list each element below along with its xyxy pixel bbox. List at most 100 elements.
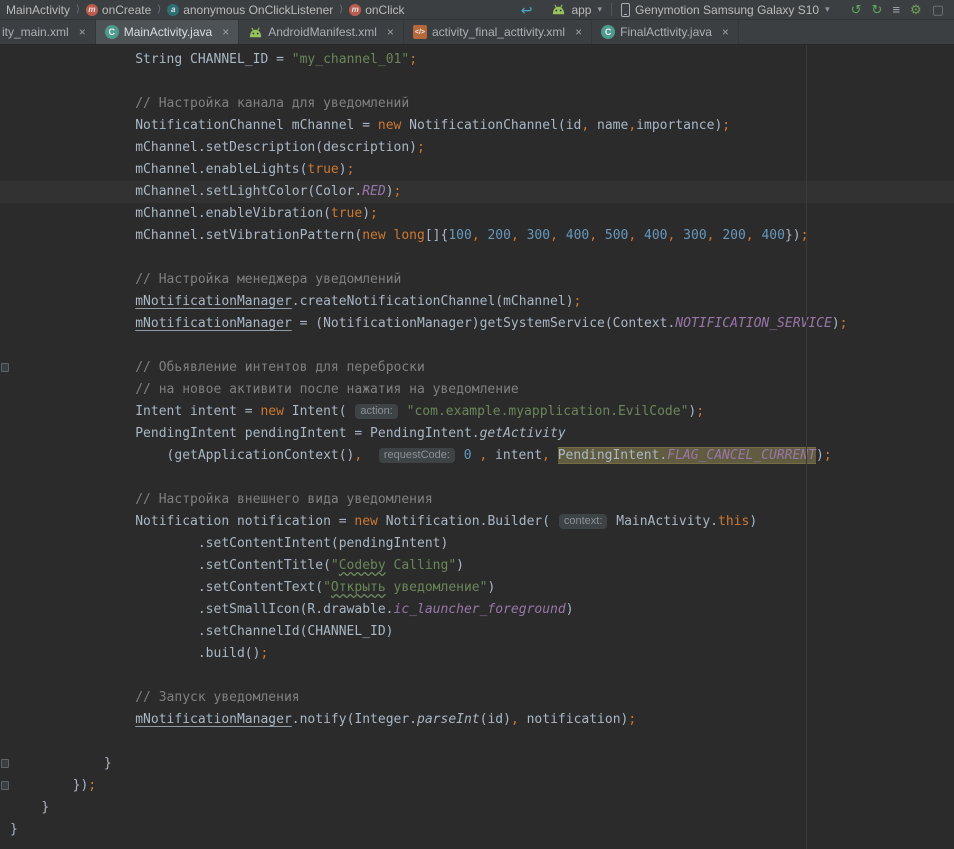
code-line: }	[0, 819, 954, 841]
code-token: }	[10, 822, 18, 837]
gutter-mark[interactable]	[1, 759, 9, 768]
editor-tab[interactable]: AndroidManifest.xml ×	[239, 20, 404, 44]
xml-file-icon: </>	[413, 25, 427, 39]
tab-label: AndroidManifest.xml	[268, 25, 377, 39]
code-token: 200	[722, 228, 745, 243]
code-token: )	[362, 206, 370, 221]
code-token: 300	[527, 228, 550, 243]
code-token: PendingIntent pendingIntent = PendingInt…	[135, 426, 479, 441]
code-token: 300	[683, 228, 706, 243]
tab-label: MainActivity.java	[124, 25, 212, 39]
code-token: ;	[88, 778, 96, 793]
breadcrumb-separator: ⟩	[339, 4, 343, 15]
run-config-selector[interactable]: app ▾	[542, 0, 611, 20]
code-token: )	[456, 558, 464, 573]
code-token: Codeby	[339, 558, 386, 573]
code-token: 200	[487, 228, 510, 243]
method-icon: m	[349, 4, 361, 16]
code-line	[0, 665, 954, 687]
code-token	[675, 228, 683, 243]
editor-tab[interactable]: </>activity_final_acttivity.xml×	[404, 20, 592, 44]
code-line: Intent intent = new Intent( action: "com…	[0, 401, 954, 423]
code-token: )	[487, 580, 495, 595]
close-icon[interactable]: ×	[222, 25, 229, 39]
code-area[interactable]: String CHANNEL_ID = "my_channel_01"; // …	[0, 49, 954, 841]
inlay-hint: requestCode:	[379, 448, 455, 463]
code-token: ;	[628, 712, 636, 727]
close-icon[interactable]: ×	[79, 25, 86, 39]
code-token: ,	[511, 228, 519, 243]
apply-code-changes-icon[interactable]: ↻	[872, 3, 883, 16]
back-arrow-icon[interactable]: ↩	[521, 3, 533, 17]
code-token: importance)	[636, 118, 722, 133]
editor-tab[interactable]: C MainActivity.java ×	[96, 20, 240, 44]
code-line: mChannel.setVibrationPattern(new long[]{…	[0, 225, 954, 247]
code-token: ,	[511, 712, 519, 727]
code-token: .setContentTitle(	[198, 558, 331, 573]
code-token: mChannel.setLightColor(Color.	[135, 184, 362, 199]
device-label: Genymotion Samsung Galaxy S10	[635, 3, 819, 17]
breadcrumb-separator: ⟩	[157, 4, 161, 15]
breadcrumb-item[interactable]: MainActivity	[6, 3, 70, 17]
code-line: (getApplicationContext(), requestCode: 0…	[0, 445, 954, 467]
code-token: ;	[824, 448, 832, 463]
breadcrumb-item[interactable]: monClick	[349, 3, 404, 17]
code-token: ;	[696, 404, 704, 419]
code-token	[519, 228, 527, 243]
code-token: ;	[574, 294, 582, 309]
editor-tabs: ity_main.xml× C MainActivity.java × Android…	[0, 20, 954, 45]
toolbar-actions: ↺ ↻ ≡ ⚙ ▢	[851, 3, 948, 16]
profiler-icon[interactable]: ⚙	[910, 3, 922, 16]
code-token: Notification notification =	[135, 514, 354, 529]
code-token: getActivity	[480, 426, 566, 441]
code-line: // Настройка менеджера уведомлений	[0, 269, 954, 291]
device-manager-icon[interactable]: ▢	[932, 3, 944, 16]
code-line: // Запуск уведомления	[0, 687, 954, 709]
code-token: String CHANNEL_ID =	[135, 52, 292, 67]
breadcrumb-label: anonymous OnClickListener	[183, 3, 333, 17]
code-token: // Запуск уведомления	[135, 690, 299, 705]
code-token: (getApplicationContext()	[167, 448, 355, 463]
code-line: mChannel.enableLights(true);	[0, 159, 954, 181]
breadcrumb-item[interactable]: monCreate	[86, 3, 151, 17]
code-line: .setSmallIcon(R.drawable.ic_launcher_for…	[0, 599, 954, 621]
code-token: NotificationChannel(id	[401, 118, 581, 133]
code-token: new long	[362, 228, 425, 243]
gutter-mark[interactable]	[1, 363, 9, 372]
code-line: });	[0, 775, 954, 797]
code-token: []{	[425, 228, 448, 243]
android-studio-window: MainActivity ⟩ monCreate ⟩ aanonymous OnClic…	[0, 0, 954, 849]
code-token: ;	[801, 228, 809, 243]
close-icon[interactable]: ×	[722, 25, 729, 39]
code-token: // Настройка канала для уведомлений	[135, 96, 409, 111]
code-token: ,	[746, 228, 754, 243]
code-token: ic_launcher_foreground	[394, 602, 566, 617]
code-token: // Обьявление интентов для переброски	[135, 360, 425, 375]
code-token: true	[331, 206, 362, 221]
apply-changes-icon[interactable]: ↺	[851, 3, 862, 16]
gutter-mark[interactable]	[1, 781, 9, 790]
logcat-icon[interactable]: ≡	[892, 3, 900, 16]
editor-tab[interactable]: CFinalActtivity.java×	[592, 20, 739, 44]
code-line: Notification notification = new Notifica…	[0, 511, 954, 533]
device-selector[interactable]: Genymotion Samsung Galaxy S10 ▾	[612, 0, 839, 20]
code-line: mChannel.setLightColor(Color.RED);	[0, 181, 954, 203]
code-token: 100	[448, 228, 471, 243]
close-icon[interactable]: ×	[387, 25, 394, 39]
code-token: = (NotificationManager)getSystemService(…	[292, 316, 676, 331]
code-token: notification)	[519, 712, 629, 727]
chevron-down-icon: ▾	[597, 4, 602, 15]
breadcrumb: MainActivity ⟩ monCreate ⟩ aanonymous OnClic…	[6, 3, 405, 17]
editor-tab[interactable]: ity_main.xml×	[0, 20, 96, 44]
code-token: 400	[644, 228, 667, 243]
class-icon: C	[105, 25, 119, 39]
code-token	[597, 228, 605, 243]
code-line: mNotificationManager = (NotificationMana…	[0, 313, 954, 335]
code-token: )	[749, 514, 757, 529]
code-editor[interactable]: String CHANNEL_ID = "my_channel_01"; // …	[0, 45, 954, 849]
code-token: уведомление"	[386, 580, 488, 595]
code-token: )	[832, 316, 840, 331]
breadcrumb-item[interactable]: aanonymous OnClickListener	[167, 3, 333, 17]
code-token: )	[566, 602, 574, 617]
close-icon[interactable]: ×	[575, 25, 582, 39]
